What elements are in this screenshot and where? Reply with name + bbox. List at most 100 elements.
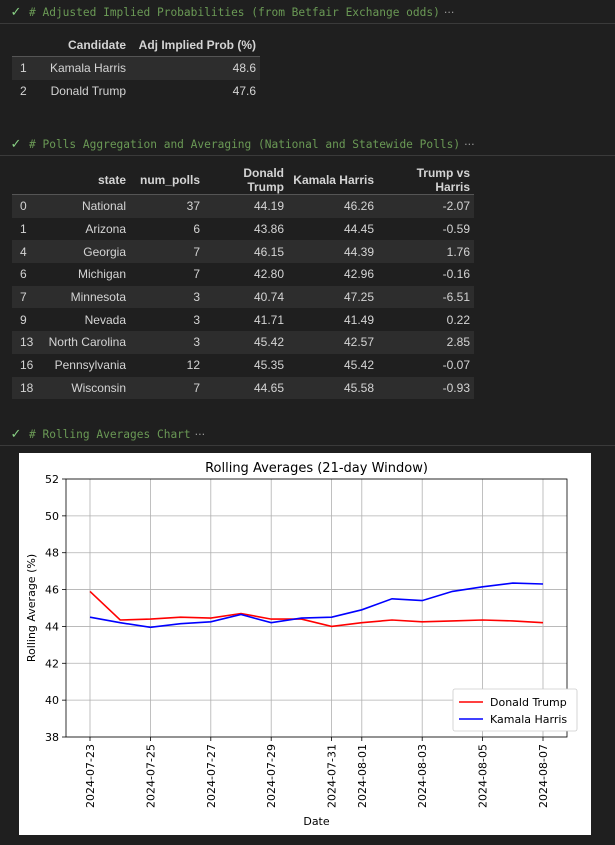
x-tick-label: 2024-08-05 — [477, 744, 490, 808]
table-cell: 43.86 — [253, 222, 284, 237]
cell-header-chart[interactable]: ✓ # Rolling Averages Chart ··· — [0, 423, 615, 446]
table-cell: -0.93 — [378, 376, 474, 400]
cell-header-probabilities[interactable]: ✓ # Adjusted Implied Probabilities (from… — [0, 1, 615, 24]
table-cell: 44.39 — [288, 240, 378, 264]
table-cell: -0.07 — [442, 358, 470, 373]
cell-code: # Rolling Averages Chart — [29, 427, 191, 441]
table-cell: Nevada — [84, 312, 126, 327]
row-index: 18 — [12, 376, 42, 400]
column-header: num_polls — [130, 166, 204, 195]
table-cell: Minnesota — [42, 285, 130, 309]
table-row: 6 Michigan 7 42.80 42.96 -0.16 — [12, 263, 474, 286]
table-cell: Pennsylvania — [54, 358, 126, 373]
cell-code: # Polls Aggregation and Averaging (Natio… — [29, 137, 461, 151]
table-cell: 44.65 — [204, 376, 288, 400]
table-cell: 12 — [186, 358, 200, 373]
row-index: 9 — [20, 312, 27, 327]
table-cell: Donald Trump — [50, 84, 126, 99]
column-header: Kamala Harris — [288, 166, 378, 195]
table-row: 16 Pennsylvania 12 45.35 45.42 -0.07 — [12, 354, 474, 377]
table-cell: -0.59 — [442, 222, 470, 237]
table-cell: 3 — [193, 312, 200, 327]
table-cell: 46.15 — [204, 240, 288, 264]
x-tick-label: 2024-07-31 — [326, 744, 339, 808]
check-icon: ✓ — [10, 426, 22, 442]
table-row: 2 Donald Trump 47.6 — [12, 80, 260, 103]
column-header: Candidate — [34, 34, 130, 57]
y-tick-label: 42 — [45, 657, 59, 670]
more-icon[interactable]: ··· — [195, 428, 206, 441]
table-cell: 44.19 — [204, 194, 288, 218]
x-tick-label: 2024-07-23 — [84, 744, 97, 808]
y-tick-label: 48 — [45, 547, 59, 560]
table-cell: 41.71 — [253, 312, 284, 327]
table-row: 4 Georgia 7 46.15 44.39 1.76 — [12, 240, 474, 264]
table-cell: 1.76 — [378, 240, 474, 264]
table-cell: 44.45 — [343, 222, 374, 237]
row-index: 1 — [12, 56, 34, 80]
row-index: 2 — [20, 84, 27, 99]
table-cell: North Carolina — [42, 331, 130, 354]
more-icon[interactable]: ··· — [444, 6, 455, 19]
y-tick-label: 38 — [45, 731, 59, 744]
y-tick-label: 52 — [45, 473, 59, 486]
table-cell: 47.25 — [288, 285, 378, 309]
row-index: 7 — [12, 285, 42, 309]
column-header — [12, 34, 34, 57]
table-cell: 7 — [130, 240, 204, 264]
table-row: 1 Arizona 6 43.86 44.45 -0.59 — [12, 218, 474, 241]
chart-title: Rolling Averages (21-day Window) — [205, 461, 428, 476]
column-header — [12, 166, 42, 195]
row-index: 16 — [20, 358, 34, 373]
series-line-trump — [89, 590, 544, 628]
row-index: 6 — [20, 267, 27, 282]
table-cell: 47.6 — [232, 84, 256, 99]
table-cell: 41.49 — [343, 312, 374, 327]
probabilities-table: Candidate Adj Implied Prob (%) 1 Kamala Har… — [12, 34, 260, 102]
table-cell: 46.26 — [288, 194, 378, 218]
column-header: state — [42, 166, 130, 195]
table-cell: 6 — [193, 222, 200, 237]
table-cell: -0.16 — [442, 267, 470, 282]
table-cell: 42.80 — [253, 267, 284, 282]
table-cell: 45.42 — [204, 331, 288, 354]
table-cell: Michigan — [77, 267, 126, 282]
rolling-averages-chart: 38 40 42 44 46 48 50 52 2024-07-23 2024-07-25 2024… — [25, 461, 578, 828]
table-row: 9 Nevada 3 41.71 41.49 0.22 — [12, 308, 474, 331]
table-cell: 42.96 — [343, 267, 374, 282]
more-icon[interactable]: ··· — [464, 138, 475, 151]
table-cell: Wisconsin — [42, 376, 130, 400]
x-tick-label: 2024-07-25 — [144, 744, 157, 808]
cell-header-polls[interactable]: ✓ # Polls Aggregation and Averaging (Nat… — [0, 133, 615, 156]
row-index: 1 — [20, 222, 27, 237]
table-cell: 7 — [193, 267, 200, 282]
table-row: 1 Kamala Harris 48.6 — [12, 56, 260, 80]
legend-label: Kamala Harris — [490, 713, 567, 726]
table-cell: 42.57 — [288, 331, 378, 354]
x-tick-label: 2024-07-27 — [205, 744, 218, 808]
legend-label: Donald Trump — [490, 696, 567, 709]
x-tick-label: 2024-08-07 — [537, 744, 550, 808]
row-index: 13 — [12, 331, 42, 354]
x-tick-label: 2024-07-29 — [265, 744, 278, 808]
table-cell: 2.85 — [378, 331, 474, 354]
y-tick-label: 50 — [45, 510, 59, 523]
y-tick-label: 46 — [45, 584, 59, 597]
table-cell: Georgia — [42, 240, 130, 264]
table-cell: Arizona — [85, 222, 126, 237]
row-index: 0 — [12, 194, 42, 218]
check-icon: ✓ — [10, 136, 22, 152]
table-cell: 45.58 — [288, 376, 378, 400]
table-row: 7 Minnesota 3 40.74 47.25 -6.51 — [12, 285, 474, 309]
table-cell: 48.6 — [130, 56, 260, 80]
chart-output: 38 40 42 44 46 48 50 52 2024-07-23 2024-07-25 2024… — [19, 453, 591, 835]
y-tick-label: 44 — [45, 620, 59, 633]
x-tick-label: 2024-08-03 — [416, 744, 429, 808]
table-cell: 45.35 — [253, 358, 284, 373]
row-index: 4 — [12, 240, 42, 264]
table-row: 13 North Carolina 3 45.42 42.57 2.85 — [12, 331, 474, 354]
table-cell: 45.42 — [343, 358, 374, 373]
polls-table: state num_polls Donald Trump Kamala Harris T… — [12, 166, 474, 400]
table-cell: 3 — [130, 331, 204, 354]
table-cell: 37 — [130, 194, 204, 218]
